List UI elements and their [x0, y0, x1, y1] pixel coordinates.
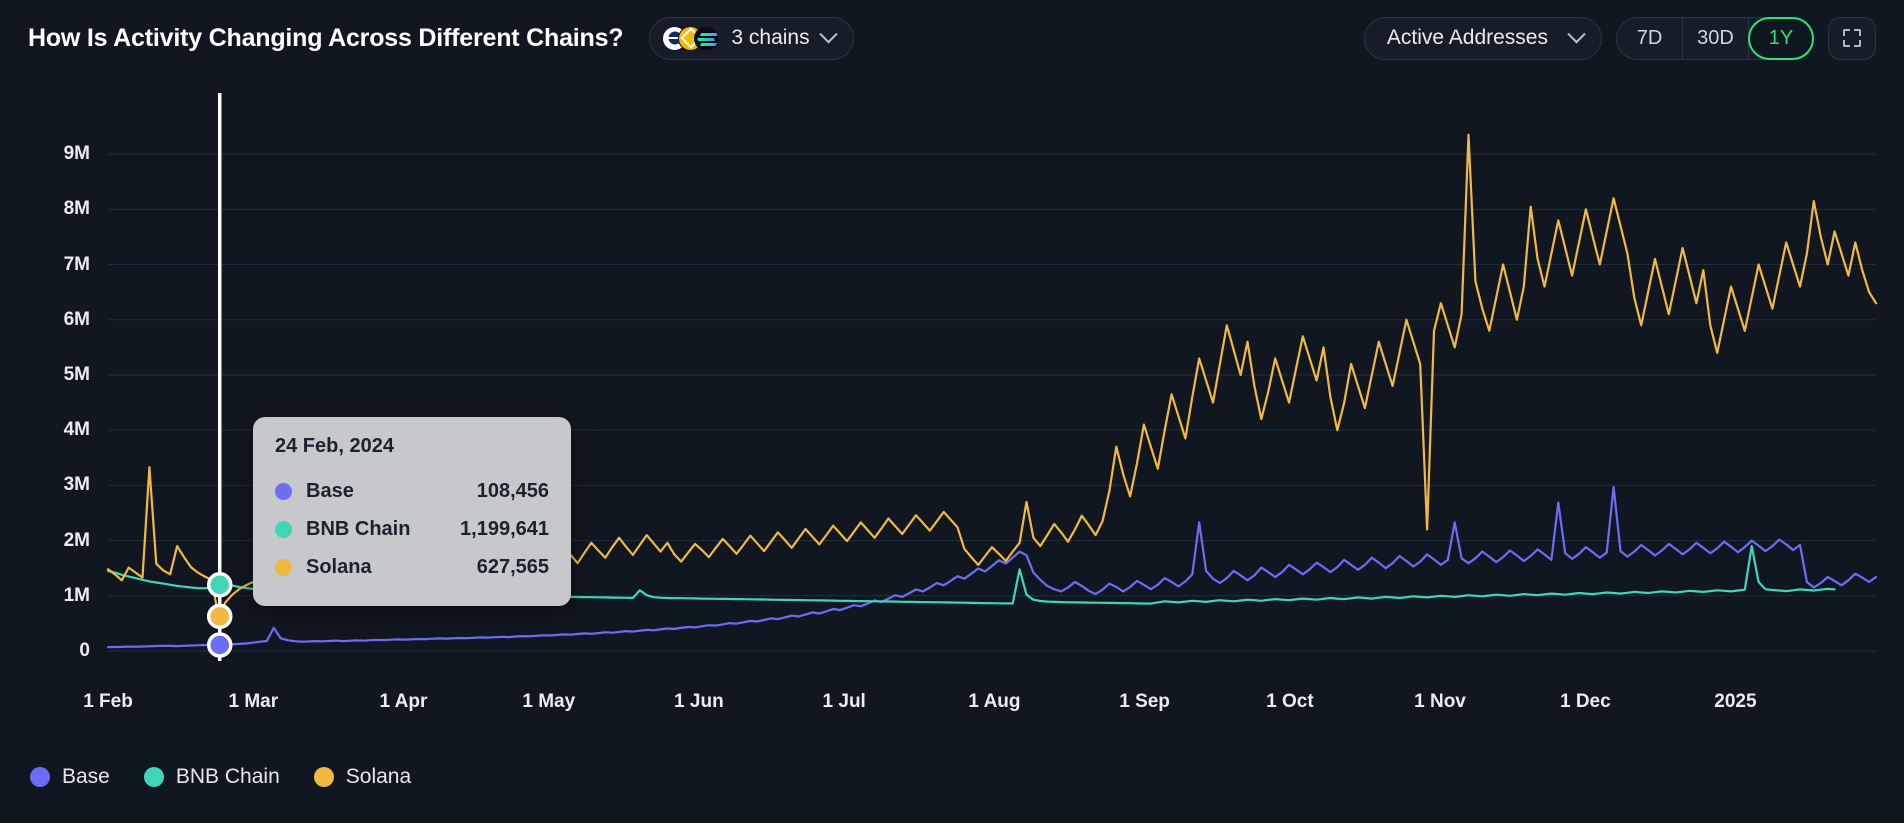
x-axis-tick-label: 1 Aug — [968, 691, 1020, 713]
range-button-30d[interactable]: 30D — [1683, 18, 1749, 59]
tooltip-series-name: Base — [306, 480, 354, 503]
x-axis-tick-label: 1 Mar — [229, 691, 279, 713]
x-axis-tick-label: 1 Jun — [674, 691, 724, 713]
tooltip-series-value: 1,199,641 — [460, 518, 549, 541]
legend-dot-base — [30, 767, 50, 787]
legend-item-bnb-chain[interactable]: BNB Chain — [144, 765, 280, 789]
tooltip-row-bnb-chain: BNB Chain 1,199,641 — [275, 510, 549, 548]
x-axis-tick-label: 1 Apr — [379, 691, 427, 713]
legend-item-solana[interactable]: Solana — [314, 765, 411, 789]
chart-tooltip: 24 Feb, 2024 Base 108,456 BNB Chain 1,19… — [253, 417, 571, 606]
x-axis-labels: 1 Feb 1 Mar 1 Apr 1 May 1 Jun 1 Jul 1 Aug 1 Sep… — [0, 76, 1904, 746]
x-axis-tick-label: 1 Oct — [1266, 691, 1314, 713]
chart-canvas-area[interactable]: 01M2M3M4M5M6M7M8M9M 1 Feb1 Mar1 Apr1 May… — [0, 76, 1904, 746]
solana-chain-icon — [694, 26, 719, 51]
series-dot-bnb-chain — [275, 521, 292, 538]
tooltip-row-base: Base 108,456 — [275, 472, 549, 510]
legend-label: Solana — [346, 765, 411, 789]
widget-header: How Is Activity Changing Across Differen… — [0, 0, 1904, 76]
x-axis-tick-label: 1 Feb — [83, 691, 133, 713]
chain-selector-dropdown[interactable]: 3 chains — [649, 17, 853, 60]
series-dot-solana — [275, 559, 292, 576]
x-axis-tick-label: 2025 — [1714, 691, 1756, 713]
chevron-down-icon — [819, 25, 837, 43]
fullscreen-button[interactable] — [1828, 17, 1876, 60]
chart-legend: Base BNB Chain Solana — [30, 765, 411, 789]
x-axis-tick-label: 1 Nov — [1414, 691, 1466, 713]
page-title: How Is Activity Changing Across Differen… — [28, 24, 623, 53]
series-dot-base — [275, 483, 292, 500]
chevron-down-icon — [1567, 25, 1585, 43]
x-axis-tick-label: 1 May — [522, 691, 575, 713]
tooltip-series-name: Solana — [306, 556, 372, 579]
tooltip-series-name: BNB Chain — [306, 518, 410, 541]
tooltip-series-value: 627,565 — [477, 556, 549, 579]
chart-widget: How Is Activity Changing Across Differen… — [0, 0, 1904, 823]
legend-dot-bnb-chain — [144, 767, 164, 787]
metric-select-value: Active Addresses — [1387, 26, 1548, 50]
fullscreen-icon — [1843, 29, 1861, 47]
tooltip-series-value: 108,456 — [477, 480, 549, 503]
x-axis-tick-label: 1 Dec — [1560, 691, 1611, 713]
header-controls: Active Addresses 7D 30D 1Y — [1364, 17, 1876, 60]
tooltip-row-solana: Solana 627,565 — [275, 548, 549, 586]
legend-label: BNB Chain — [176, 765, 280, 789]
time-range-group: 7D 30D 1Y — [1616, 17, 1814, 60]
x-axis-tick-label: 1 Jul — [823, 691, 866, 713]
legend-dot-solana — [314, 767, 334, 787]
chain-selector-label: 3 chains — [731, 26, 809, 50]
x-axis-tick-label: 1 Sep — [1119, 691, 1170, 713]
range-button-7d[interactable]: 7D — [1617, 18, 1683, 59]
legend-item-base[interactable]: Base — [30, 765, 110, 789]
tooltip-date: 24 Feb, 2024 — [275, 435, 549, 458]
metric-select-dropdown[interactable]: Active Addresses — [1364, 17, 1602, 60]
range-button-1y[interactable]: 1Y — [1748, 17, 1814, 60]
legend-label: Base — [62, 765, 110, 789]
chain-icon-group — [662, 26, 719, 51]
